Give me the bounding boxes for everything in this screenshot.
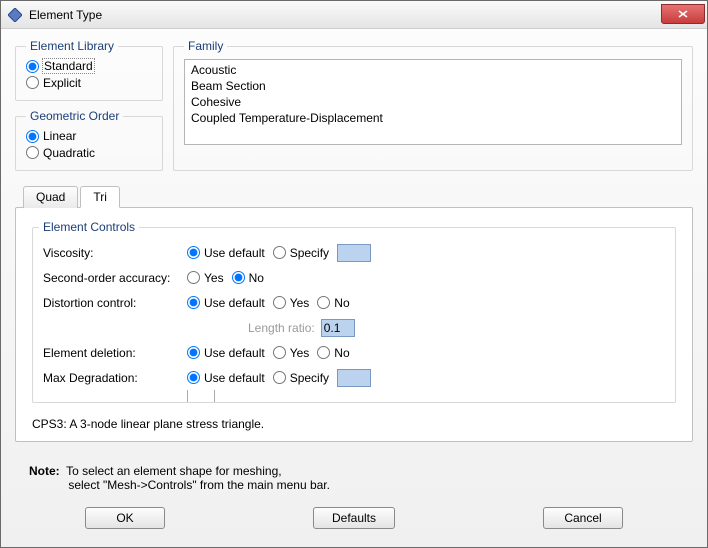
- radio-quadratic-label: Quadratic: [43, 146, 95, 160]
- max-degradation-value[interactable]: [337, 369, 371, 387]
- tab-strip: Quad Tri: [23, 185, 693, 207]
- list-item[interactable]: Coupled Temperature-Displacement: [189, 110, 677, 126]
- window-title: Element Type: [29, 8, 661, 22]
- element-controls-group: Element Controls Viscosity: Use default …: [32, 220, 676, 403]
- distortion-label: Distortion control:: [43, 296, 187, 310]
- distortion-no[interactable]: No: [317, 296, 349, 310]
- viscosity-use-default[interactable]: Use default: [187, 246, 265, 260]
- ok-button[interactable]: OK: [85, 507, 165, 529]
- row-second-order: Second-order accuracy: Yes No: [43, 265, 665, 290]
- defaults-button[interactable]: Defaults: [313, 507, 395, 529]
- family-legend: Family: [184, 39, 227, 53]
- length-ratio-value[interactable]: [321, 319, 355, 337]
- list-item[interactable]: Beam Section: [189, 78, 677, 94]
- element-deletion-yes[interactable]: Yes: [273, 346, 310, 360]
- dialog-content: Element Library Standard Explicit Geomet…: [1, 29, 707, 547]
- element-deletion-label: Element deletion:: [43, 346, 187, 360]
- max-degradation-label: Max Degradation:: [43, 371, 187, 385]
- titlebar: Element Type: [1, 1, 707, 29]
- note-label: Note:: [29, 464, 60, 478]
- note-line1: To select an element shape for meshing,: [66, 464, 281, 478]
- row-max-degradation: Max Degradation: Use default Specify: [43, 365, 665, 390]
- distortion-yes[interactable]: Yes: [273, 296, 310, 310]
- second-order-yes[interactable]: Yes: [187, 271, 224, 285]
- radio-linear-label: Linear: [43, 129, 76, 143]
- dialog-window: Element Type Element Library Standard: [0, 0, 708, 548]
- element-library-group: Element Library Standard Explicit: [15, 39, 163, 101]
- cancel-button[interactable]: Cancel: [543, 507, 623, 529]
- tab-tri[interactable]: Tri: [80, 186, 120, 208]
- row-length-ratio: Length ratio:: [248, 315, 665, 340]
- radio-linear-input[interactable]: [26, 130, 39, 143]
- radio-explicit[interactable]: Explicit: [26, 76, 81, 90]
- max-degradation-use-default[interactable]: Use default: [187, 371, 265, 385]
- element-controls-scroll[interactable]: Viscosity: Use default Specify Second-or…: [33, 234, 675, 402]
- element-deletion-use-default[interactable]: Use default: [187, 346, 265, 360]
- close-icon: [678, 10, 688, 18]
- element-library-legend: Element Library: [26, 39, 118, 53]
- radio-quadratic-input[interactable]: [26, 146, 39, 159]
- list-item[interactable]: Acoustic: [189, 62, 677, 78]
- max-degradation-specify[interactable]: Specify: [273, 371, 329, 385]
- second-order-no[interactable]: No: [232, 271, 264, 285]
- viscosity-specify[interactable]: Specify: [273, 246, 329, 260]
- row-viscosity: Viscosity: Use default Specify: [43, 240, 665, 265]
- radio-quadratic[interactable]: Quadratic: [26, 146, 95, 160]
- row-element-deletion: Element deletion: Use default Yes No: [43, 340, 665, 365]
- element-deletion-no[interactable]: No: [317, 346, 349, 360]
- app-icon: [7, 7, 23, 23]
- geometric-order-legend: Geometric Order: [26, 109, 123, 123]
- element-description: CPS3: A 3-node linear plane stress trian…: [32, 417, 676, 431]
- row-distortion: Distortion control: Use default Yes No: [43, 290, 665, 315]
- element-controls-legend: Element Controls: [39, 220, 139, 234]
- radio-explicit-label: Explicit: [43, 76, 81, 90]
- length-ratio-label: Length ratio:: [248, 321, 315, 335]
- radio-standard[interactable]: Standard: [26, 59, 94, 73]
- radio-standard-label: Standard: [43, 59, 94, 73]
- note: Note: To select an element shape for mes…: [29, 464, 693, 492]
- close-button[interactable]: [661, 4, 705, 24]
- second-order-label: Second-order accuracy:: [43, 271, 187, 285]
- tabs: Quad Tri Element Controls Viscosity: Use…: [15, 185, 693, 442]
- radio-standard-input[interactable]: [26, 60, 39, 73]
- note-line2: select "Mesh->Controls" from the main me…: [68, 478, 330, 492]
- button-row: OK Defaults Cancel: [15, 497, 693, 541]
- row-overflow: [43, 390, 665, 402]
- list-item[interactable]: Cohesive: [189, 94, 677, 110]
- geometric-order-group: Geometric Order Linear Quadratic: [15, 109, 163, 171]
- family-listbox[interactable]: Acoustic Beam Section Cohesive Coupled T…: [184, 59, 682, 145]
- partial-input: [187, 390, 215, 402]
- radio-linear[interactable]: Linear: [26, 129, 76, 143]
- radio-explicit-input[interactable]: [26, 76, 39, 89]
- distortion-use-default[interactable]: Use default: [187, 296, 265, 310]
- family-group: Family Acoustic Beam Section Cohesive Co…: [173, 39, 693, 171]
- tab-quad[interactable]: Quad: [23, 186, 78, 208]
- tab-panel-tri: Element Controls Viscosity: Use default …: [15, 207, 693, 442]
- viscosity-value[interactable]: [337, 244, 371, 262]
- viscosity-label: Viscosity:: [43, 246, 187, 260]
